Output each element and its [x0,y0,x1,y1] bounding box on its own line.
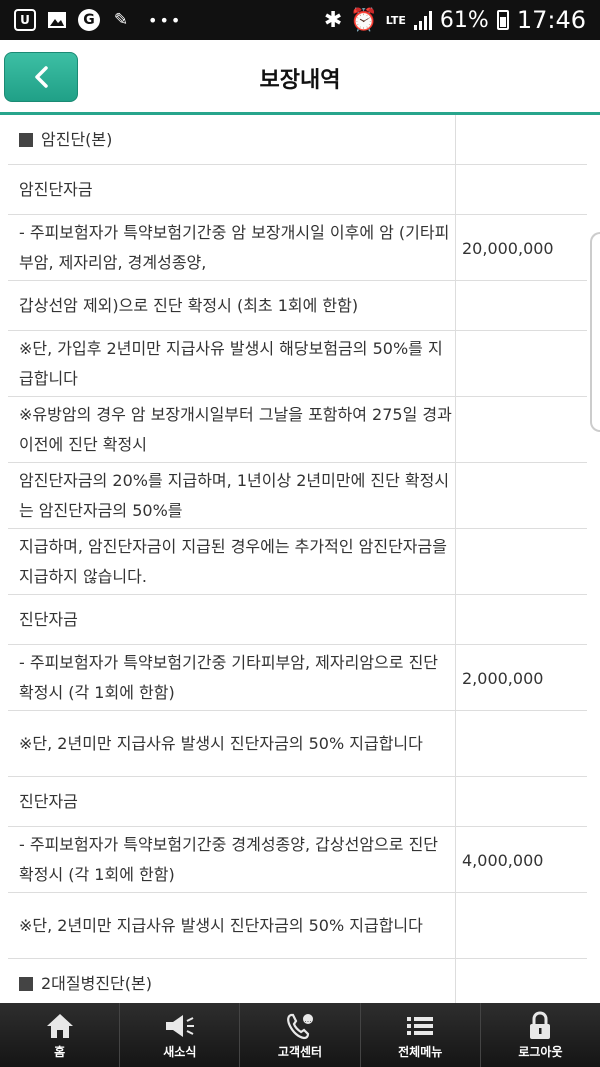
row-text: ※단, 가입후 2년미만 지급사유 발생시 해당보험금의 50%를 지급합니다 [19,339,443,388]
row-amount [455,281,600,331]
section-heading: 암진단(본) [8,115,455,165]
row-amount [455,959,600,1003]
table-row: ※단, 2년미만 지급사유 발생시 진단자금의 50% 지급합니다 [0,711,600,777]
table-row: 암진단(본) [0,115,600,165]
gallery-icon [46,9,68,31]
page-title: 보장내역 [259,68,341,93]
nav-all-menu[interactable]: 전체메뉴 [361,1003,481,1067]
row-text: - 주피보험자가 특약보험기간중 기타피부암, 제자리암으로 진단 확정시 (각… [19,653,439,702]
row-amount [455,463,600,529]
nav-news[interactable]: 새소식 [120,1003,241,1067]
row-text: 갑상선암 제외)으로 진단 확정시 (최초 1회에 한함) [19,296,359,315]
table-row: 진단자금 [0,777,600,827]
clock: 17:46 [516,6,586,34]
bottom-nav: 홈 새소식 … 고객센터 전체메뉴 로그아웃 [0,1003,600,1067]
nav-label: 고객센터 [277,1044,323,1059]
table-row: - 주피보험자가 특약보험기간중 기타피부암, 제자리암으로 진단 확정시 (각… [0,645,600,711]
row-text: 암진단(본) [41,130,113,149]
row-amount [455,115,600,165]
table-row: ※단, 가입후 2년미만 지급사유 발생시 해당보험금의 50%를 지급합니다 [0,331,600,397]
app-notification-icon: U [14,9,36,31]
row-amount [455,595,600,645]
more-notifications-icon: ••• [148,10,183,30]
phone-icon: … [285,1011,315,1041]
row-text: ※단, 2년미만 지급사유 발생시 진단자금의 50% 지급합니다 [19,916,423,935]
nav-customer-center[interactable]: … 고객센터 [240,1003,361,1067]
row-amount [455,893,600,959]
battery-icon [496,10,509,30]
row-text: 지급하며, 암진단자금이 지급된 경우에는 추가적인 암진단자금을 지급하지 않… [19,537,447,586]
row-amount [455,397,600,463]
bluetooth-icon: ✱ [323,7,343,33]
menu-icon [405,1011,435,1041]
row-amount [455,711,600,777]
section-heading: 2대질병진단(본) [8,959,455,1003]
row-text: 암진단자금 [19,180,93,199]
feather-icon: ✎ [113,10,129,30]
battery-percent: 61% [439,7,489,33]
lte-indicator: LTE [385,13,406,27]
row-amount: 2,000,000 [462,668,544,688]
lock-icon [527,1010,553,1041]
nav-label: 로그아웃 [518,1044,563,1059]
page-header: 보장내역 [0,40,600,115]
row-text: - 주피보험자가 특약보험기간중 암 보장개시일 이후에 암 (기타피부암, 제… [19,223,450,272]
table-row: 암진단자금의 20%를 지급하며, 1년이상 2년미만에 진단 확정시는 암진단… [0,463,600,529]
table-row: - 주피보험자가 특약보험기간중 경계성종양, 갑상선암으로 진단 확정시 (각… [0,827,600,893]
square-bullet-icon [19,977,33,991]
row-text: ※유방암의 경우 암 보장개시일부터 그날을 포함하여 275일 경과 이전에 … [19,405,452,454]
table-row: - 주피보험자가 특약보험기간중 암 보장개시일 이후에 암 (기타피부암, 제… [0,215,600,281]
status-bar: U G ✎ ••• ✱ ⏰ LTE 61% 17:46 [0,0,600,40]
row-text: 진단자금 [19,610,78,629]
table-row: ※단, 2년미만 지급사유 발생시 진단자금의 50% 지급합니다 [0,893,600,959]
row-amount [455,331,600,397]
table-row: 2대질병진단(본) [0,959,600,1003]
row-amount [455,165,600,215]
row-amount: 4,000,000 [462,850,544,870]
edge-panel-handle[interactable] [590,232,600,432]
row-amount: 20,000,000 [462,238,554,258]
alarm-icon: ⏰ [350,7,378,33]
signal-icon [413,10,432,30]
row-amount [455,777,600,827]
row-text: ※단, 2년미만 지급사유 발생시 진단자금의 50% 지급합니다 [19,734,423,753]
google-icon: G [78,9,100,31]
square-bullet-icon [19,133,33,147]
table-row: 암진단자금 [0,165,600,215]
nav-label: 홈 [54,1044,66,1059]
svg-text:…: … [305,1016,312,1024]
row-text: 진단자금 [19,792,78,811]
coverage-table[interactable]: 암진단(본) 암진단자금 - 주피보험자가 특약보험기간중 암 보장개시일 이후… [0,115,600,1003]
megaphone-icon [163,1011,197,1041]
nav-home[interactable]: 홈 [0,1003,121,1067]
home-icon [45,1011,75,1041]
nav-logout[interactable]: 로그아웃 [481,1003,600,1067]
row-text: - 주피보험자가 특약보험기간중 경계성종양, 갑상선암으로 진단 확정시 (각… [19,835,439,884]
table-row: 진단자금 [0,595,600,645]
table-row: ※유방암의 경우 암 보장개시일부터 그날을 포함하여 275일 경과 이전에 … [0,397,600,463]
row-text: 암진단자금의 20%를 지급하며, 1년이상 2년미만에 진단 확정시는 암진단… [19,471,450,520]
nav-label: 새소식 [163,1044,197,1059]
table-row: 지급하며, 암진단자금이 지급된 경우에는 추가적인 암진단자금을 지급하지 않… [0,529,600,595]
row-amount [455,529,600,595]
table-row: 갑상선암 제외)으로 진단 확정시 (최초 1회에 한함) [0,281,600,331]
row-text: 2대질병진단(본) [41,974,152,993]
nav-label: 전체메뉴 [398,1044,443,1059]
